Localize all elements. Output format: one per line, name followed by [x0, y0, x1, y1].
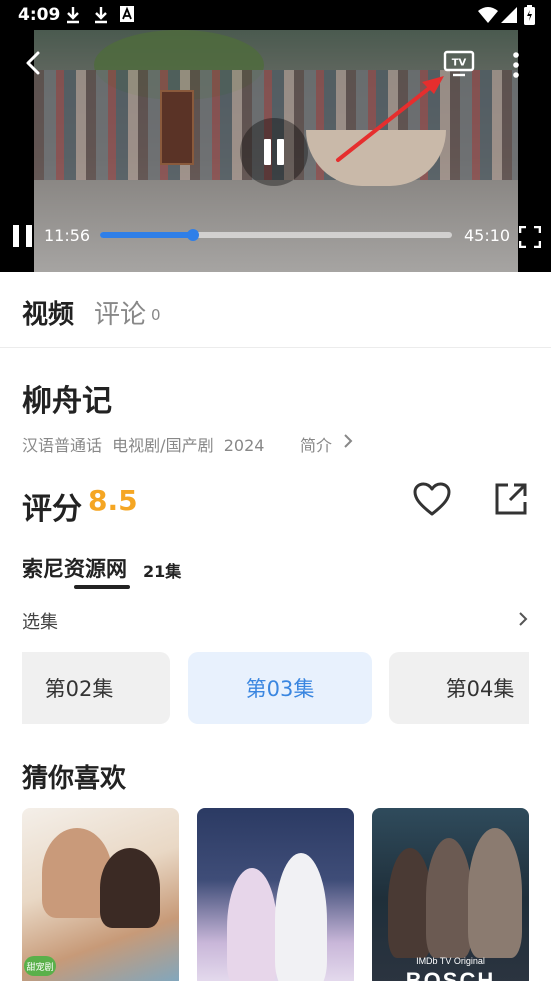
font-a-icon [120, 6, 134, 22]
share-icon[interactable] [494, 482, 528, 516]
poster-figure [426, 838, 472, 958]
poster-figure [275, 853, 327, 981]
poster-figure [468, 828, 522, 958]
wifi-icon [478, 7, 498, 23]
status-time: 4:09 [18, 5, 61, 25]
tab-comments[interactable]: 评论 [94, 294, 146, 331]
recommendation-poster[interactable]: IMDb TV Original BOSCH [372, 808, 529, 981]
episodes-label[interactable]: 选集 [22, 608, 58, 634]
poster-caption-small: IMDb TV Original [416, 956, 485, 966]
show-meta: 汉语普通话 电视剧/国产剧 2024 [22, 436, 265, 455]
heart-icon[interactable] [413, 482, 451, 518]
episode-item[interactable]: 第02集 [22, 652, 170, 724]
progress-fill [100, 232, 194, 238]
download-icon [67, 7, 79, 24]
intro-link[interactable]: 简介 [300, 432, 332, 456]
poster-figure [100, 848, 160, 928]
episode-label: 第02集 [44, 677, 114, 701]
chevron-right-icon[interactable] [342, 432, 354, 450]
status-bar: 4:09 [0, 0, 551, 30]
battery-icon [524, 5, 535, 25]
episode-item[interactable]: 第04集 [389, 652, 529, 724]
poster-caption-big: BOSCH [405, 968, 496, 981]
episode-label: 第03集 [245, 677, 315, 701]
comments-count: 0 [151, 306, 161, 324]
total-time: 45:10 [464, 226, 511, 245]
source-name[interactable]: 索尼资源网 [22, 553, 127, 583]
episode-item-active[interactable]: 第03集 [188, 652, 372, 724]
recommendation-poster[interactable]: 甜宠剧 [22, 808, 179, 981]
score-label: 评分 [22, 492, 82, 527]
show-title: 柳舟记 [22, 384, 112, 419]
poster-badge: 甜宠剧 [24, 956, 56, 976]
current-time: 11:56 [44, 226, 91, 245]
fullscreen-icon[interactable] [519, 226, 541, 248]
tab-video[interactable]: 视频 [22, 294, 74, 331]
source-episode-count: 21集 [143, 562, 182, 581]
center-pause-button[interactable] [240, 118, 308, 186]
pause-icon [264, 139, 284, 165]
pause-icon[interactable] [12, 224, 34, 248]
chevron-right-icon[interactable] [517, 610, 529, 628]
score-value: 8.5 [88, 484, 138, 517]
signal-icon [501, 7, 517, 23]
content-tabs: 视频 评论 0 [0, 272, 551, 348]
recommendation-poster[interactable] [197, 808, 354, 981]
episode-list: 第02集 第03集 第04集 [22, 652, 529, 724]
source-tab-indicator [74, 585, 130, 589]
progress-bar[interactable] [100, 229, 452, 241]
video-player[interactable]: TV 11:56 45:10 [0, 30, 551, 272]
download-icon [95, 7, 107, 24]
poster-figure [227, 868, 277, 981]
recommendations-title: 猜你喜欢 [22, 764, 127, 794]
episode-label: 第04集 [445, 677, 515, 701]
